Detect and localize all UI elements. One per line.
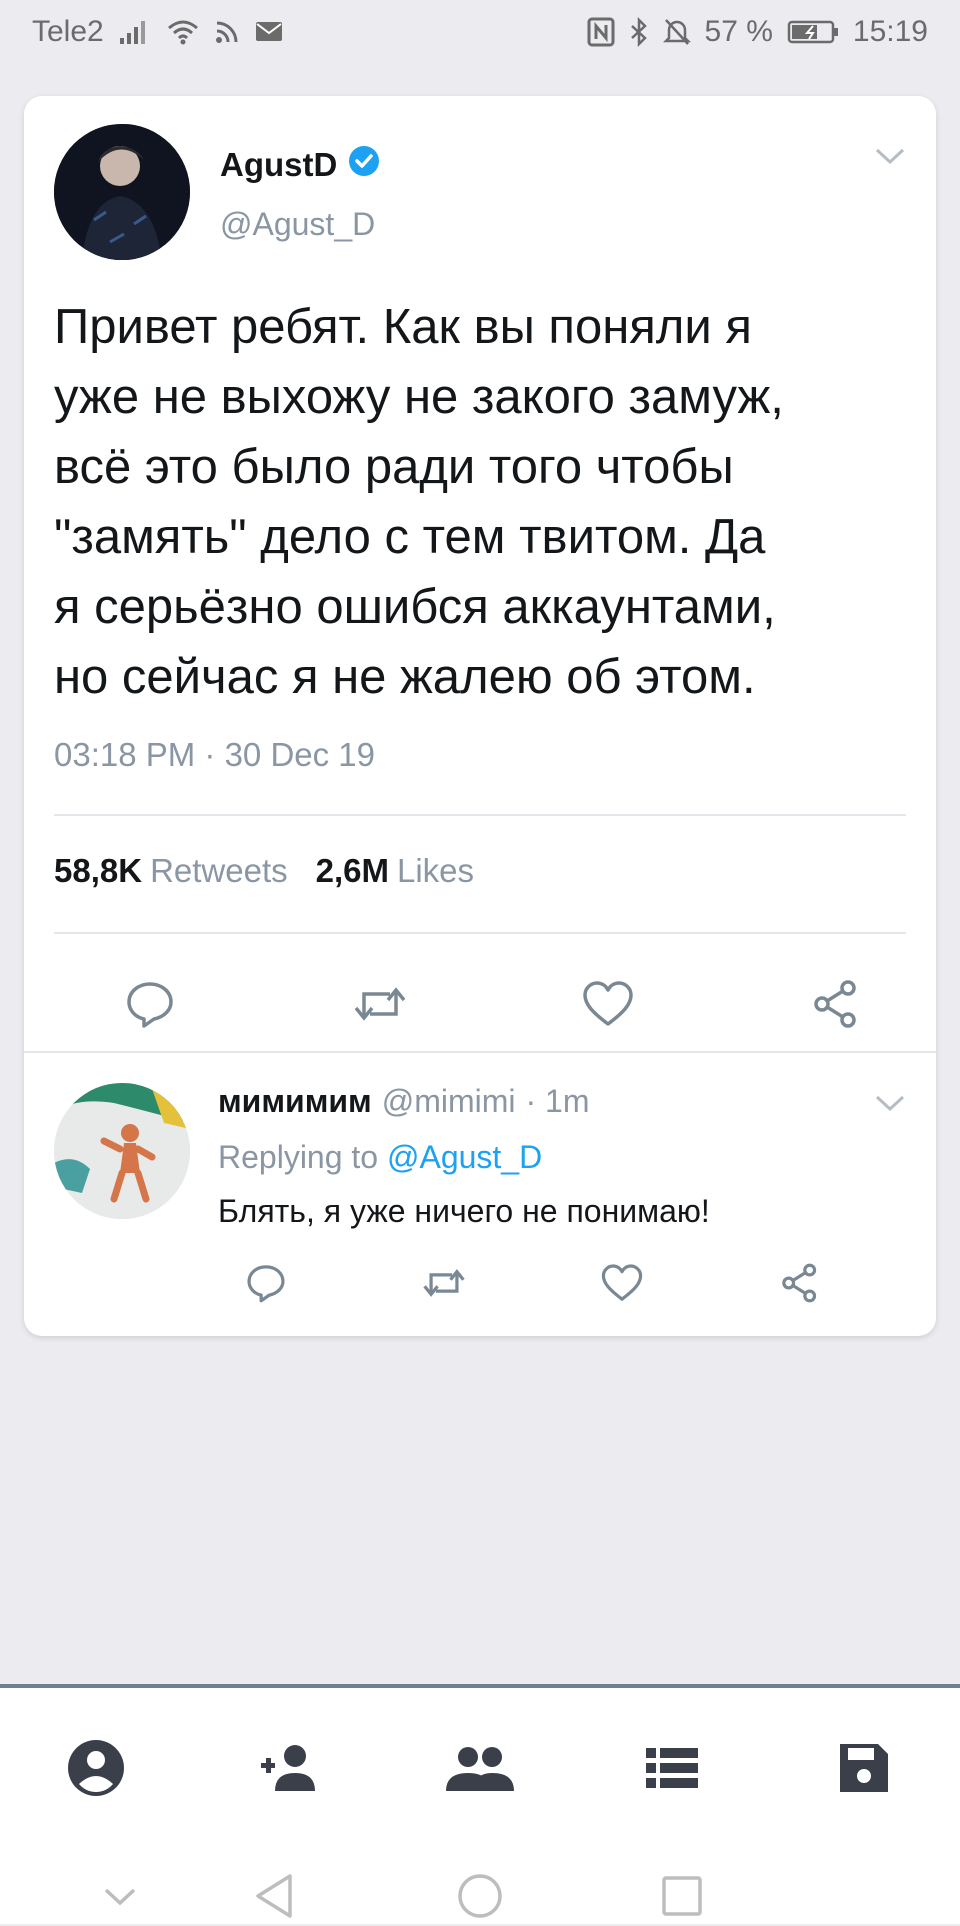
tweet-actions: [24, 964, 936, 1044]
bell-off-icon: [662, 17, 691, 47]
clock: 15:19: [852, 15, 928, 48]
carrier-label: Tele2: [32, 15, 104, 48]
replying-prefix: Replying to: [218, 1139, 379, 1175]
battery-icon: [787, 18, 839, 46]
reply-icon[interactable]: [236, 1253, 296, 1313]
reply-header: мимимим @mimimi · 1m: [218, 1083, 589, 1120]
chevron-down-icon[interactable]: [874, 146, 906, 171]
tweet-text: Привет ребят. Как вы поняли я уже не вых…: [54, 300, 784, 704]
save-icon[interactable]: [824, 1728, 904, 1808]
likes-count: 2,6M: [315, 852, 389, 889]
retweet-icon[interactable]: [340, 964, 420, 1044]
author-avatar[interactable]: [54, 124, 190, 260]
reply-icon[interactable]: [110, 964, 190, 1044]
account-circle-icon[interactable]: [56, 1728, 136, 1808]
bluetooth-icon: [629, 17, 649, 47]
tweet-card: AgustD @Agust_D Привет ребят. Как вы пон…: [24, 96, 936, 1336]
retweets-count: 58,8K: [54, 852, 143, 889]
author-name[interactable]: AgustD: [220, 144, 381, 186]
share-icon[interactable]: [796, 964, 876, 1044]
battery-percent: 57 %: [704, 15, 773, 48]
tweet-stats: 58,8K Retweets 2,6M Likes: [54, 852, 474, 890]
reply-time: · 1m: [525, 1083, 590, 1119]
retweet-icon[interactable]: [414, 1253, 474, 1313]
heart-icon[interactable]: [568, 964, 648, 1044]
nfc-icon: [587, 17, 615, 47]
heart-icon[interactable]: [592, 1253, 652, 1313]
tweet-timestamp: 03:18 PM · 30 Dec 19: [54, 736, 376, 773]
mail-icon: [254, 19, 286, 45]
replying-handle-link[interactable]: @Agust_D: [387, 1139, 542, 1175]
recents-icon[interactable]: [652, 1866, 712, 1926]
list-icon[interactable]: [632, 1728, 712, 1808]
group-icon[interactable]: [440, 1728, 520, 1808]
retweets-label: Retweets: [150, 852, 288, 889]
status-bar: Tele2 57 % 15:19: [0, 0, 960, 64]
signal-icon: [118, 18, 152, 46]
reply-text: Блять, я уже ничего не понимаю!: [218, 1193, 710, 1229]
likes-label: Likes: [397, 852, 475, 889]
main-tweet[interactable]: AgustD @Agust_D Привет ребят. Как вы пон…: [24, 96, 936, 1051]
person-add-icon[interactable]: [250, 1728, 330, 1808]
bottom-nav: [0, 1684, 960, 1924]
retweets-stat[interactable]: 58,8K Retweets: [54, 852, 288, 890]
author-handle[interactable]: @Agust_D: [220, 206, 375, 243]
chevron-down-icon[interactable]: [874, 1093, 906, 1118]
back-icon[interactable]: [244, 1866, 304, 1926]
replying-to: Replying to @Agust_D: [218, 1139, 542, 1176]
likes-stat[interactable]: 2,6M Likes: [316, 852, 474, 890]
chevron-down-icon[interactable]: [90, 1866, 150, 1926]
wifi-icon: [166, 18, 200, 46]
reply-author-name[interactable]: мимимим: [218, 1083, 372, 1120]
reply-author-handle[interactable]: @mimimi: [382, 1083, 516, 1120]
reply-avatar[interactable]: [54, 1083, 190, 1219]
author-name-text: AgustD: [220, 146, 338, 183]
home-icon[interactable]: [450, 1866, 510, 1926]
divider: [54, 932, 906, 934]
share-icon[interactable]: [770, 1253, 830, 1313]
status-right: 57 % 15:19: [587, 15, 928, 49]
status-left: Tele2: [32, 15, 286, 49]
reply-tweet[interactable]: мимимим @mimimi · 1m Replying to @Agust_…: [24, 1053, 936, 1336]
divider: [54, 814, 906, 816]
verified-badge-icon: [347, 144, 381, 186]
rss-icon: [214, 19, 240, 45]
